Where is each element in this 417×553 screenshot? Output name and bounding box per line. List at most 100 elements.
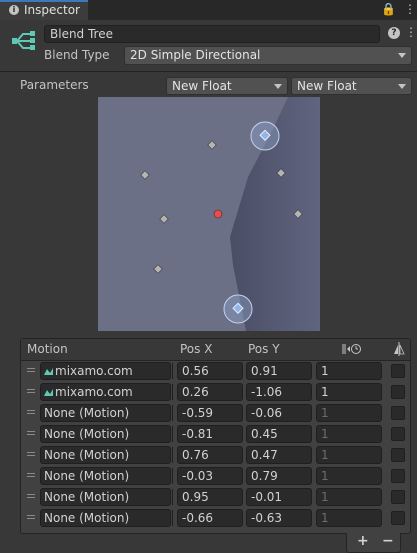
drag-handle-icon[interactable] (27, 515, 35, 516)
motion-name: None (Motion) (44, 511, 130, 525)
mirror-checkbox[interactable] (391, 427, 405, 441)
time-scale-field: 1 (316, 467, 382, 485)
blend-position-marker[interactable] (213, 209, 223, 219)
motion-field[interactable]: None (Motion) (40, 467, 187, 485)
time-scale-field: 1 (316, 404, 382, 422)
pos-x-field[interactable]: -0.66 (177, 509, 243, 527)
table-row[interactable]: None (Motion) -0.81 0.45 1 (21, 424, 410, 445)
mirror-checkbox[interactable] (391, 385, 405, 399)
mirror-checkbox[interactable] (391, 406, 405, 420)
table-row[interactable]: None (Motion) 0.76 0.47 1 (21, 445, 410, 466)
parameters-label: Parameters (20, 78, 89, 92)
time-scale-field: 1 (316, 425, 382, 443)
chevron-down-icon (274, 84, 282, 89)
motion-field[interactable]: None (Motion) (40, 509, 187, 527)
table-row[interactable]: mixamo.com 0.26 -1.06 1 (21, 382, 410, 403)
remove-motion-button[interactable]: − (382, 533, 394, 549)
motion-name: None (Motion) (44, 427, 130, 441)
motion-name: None (Motion) (44, 406, 130, 420)
mirror-checkbox[interactable] (391, 469, 405, 483)
pos-x-field[interactable]: 0.56 (177, 362, 243, 380)
add-motion-button[interactable]: + (357, 533, 369, 549)
table-row[interactable]: mixamo.com 0.56 0.91 1 (21, 361, 410, 382)
drag-handle-icon[interactable] (27, 389, 35, 390)
motion-field[interactable]: None (Motion) (40, 404, 187, 422)
drag-handle-icon[interactable] (27, 368, 35, 369)
table-row[interactable]: None (Motion) -0.03 0.79 1 (21, 466, 410, 487)
component-menu-icon[interactable]: ⋮ (405, 25, 417, 39)
pos-x-field[interactable]: -0.81 (177, 425, 243, 443)
table-row[interactable]: None (Motion) 0.95 -0.01 1 (21, 487, 410, 508)
table-row[interactable]: None (Motion) -0.66 -0.63 1 (21, 508, 410, 529)
help-icon[interactable]: ? (388, 27, 400, 39)
pos-x-field[interactable]: 0.76 (177, 446, 243, 464)
pos-y-field[interactable]: 0.45 (246, 425, 312, 443)
pos-x-field[interactable]: 0.26 (177, 383, 243, 401)
pos-y-field[interactable]: -0.01 (246, 488, 312, 506)
motion-field[interactable]: mixamo.com (40, 383, 187, 401)
blend-space-graph[interactable] (98, 97, 320, 331)
parameter-x-dropdown[interactable]: New Float (166, 77, 288, 95)
pos-x-field[interactable]: 0.95 (177, 488, 243, 506)
mirror-icon (394, 342, 405, 356)
motion-name: mixamo.com (55, 364, 133, 378)
time-scale-field: 1 (316, 509, 382, 527)
tab-inspector[interactable]: i Inspector (0, 0, 88, 20)
motion-name: mixamo.com (55, 385, 133, 399)
animation-clip-icon (44, 389, 53, 396)
chevron-down-icon (398, 84, 406, 89)
mirror-checkbox[interactable] (391, 511, 405, 525)
list-footer: + − (346, 533, 401, 553)
blend-type-label: Blend Type (44, 48, 110, 62)
parameter-y-dropdown[interactable]: New Float (291, 77, 412, 95)
drag-handle-icon[interactable] (27, 410, 35, 411)
parameter-x-value: New Float (172, 79, 232, 93)
motion-field[interactable]: None (Motion) (40, 425, 187, 443)
pos-y-field[interactable]: -0.06 (246, 404, 312, 422)
motion-name: None (Motion) (44, 490, 130, 504)
pos-y-field[interactable]: 0.91 (246, 362, 312, 380)
info-icon: i (9, 5, 19, 15)
header-pos-x: Pos X (180, 342, 213, 356)
time-scale-field: 1 (316, 488, 382, 506)
chevron-down-icon (398, 53, 406, 58)
mirror-checkbox[interactable] (391, 490, 405, 504)
parameter-y-value: New Float (297, 79, 357, 93)
drag-handle-icon[interactable] (27, 494, 35, 495)
blend-type-value: 2D Simple Directional (130, 48, 261, 62)
blend-tree-icon (12, 31, 35, 50)
animation-clip-icon (44, 368, 53, 375)
mirror-checkbox[interactable] (391, 364, 405, 378)
motion-field[interactable]: None (Motion) (40, 446, 187, 464)
pos-y-field[interactable]: 0.47 (246, 446, 312, 464)
time-scale-field: 1 (316, 446, 382, 464)
motion-field[interactable]: mixamo.com (40, 362, 187, 380)
motion-table-header: Motion Pos X Pos Y (21, 339, 410, 361)
blend-tree-name-input[interactable]: Blend Tree (44, 25, 380, 43)
pos-y-field[interactable]: -0.63 (246, 509, 312, 527)
pos-x-field[interactable]: -0.03 (177, 467, 243, 485)
pos-y-field[interactable]: 0.79 (246, 467, 312, 485)
tab-bar: i Inspector 🔒 ⋮ (0, 0, 417, 20)
header-pos-y: Pos Y (248, 342, 280, 356)
motion-name: None (Motion) (44, 448, 130, 462)
time-scale-icon (342, 344, 361, 354)
mirror-checkbox[interactable] (391, 448, 405, 462)
time-scale-field[interactable]: 1 (316, 383, 382, 401)
pos-x-field[interactable]: -0.59 (177, 404, 243, 422)
drag-handle-icon[interactable] (27, 452, 35, 453)
time-scale-field[interactable]: 1 (316, 362, 382, 380)
drag-handle-icon[interactable] (27, 431, 35, 432)
motion-table: Motion Pos X Pos Y mixamo.com 0.56 0.91 … (20, 338, 411, 534)
header-motion: Motion (27, 342, 68, 356)
pos-y-field[interactable]: -1.06 (246, 383, 312, 401)
drag-handle-icon[interactable] (27, 473, 35, 474)
motion-field[interactable]: None (Motion) (40, 488, 187, 506)
motion-name: None (Motion) (44, 469, 130, 483)
section-divider (0, 71, 417, 72)
window-menu-icon[interactable]: ⋮ (404, 2, 416, 16)
tab-inspector-label: Inspector (24, 3, 80, 17)
lock-icon[interactable]: 🔒 (381, 2, 396, 16)
blend-type-dropdown[interactable]: 2D Simple Directional (124, 46, 412, 65)
table-row[interactable]: None (Motion) -0.59 -0.06 1 (21, 403, 410, 424)
